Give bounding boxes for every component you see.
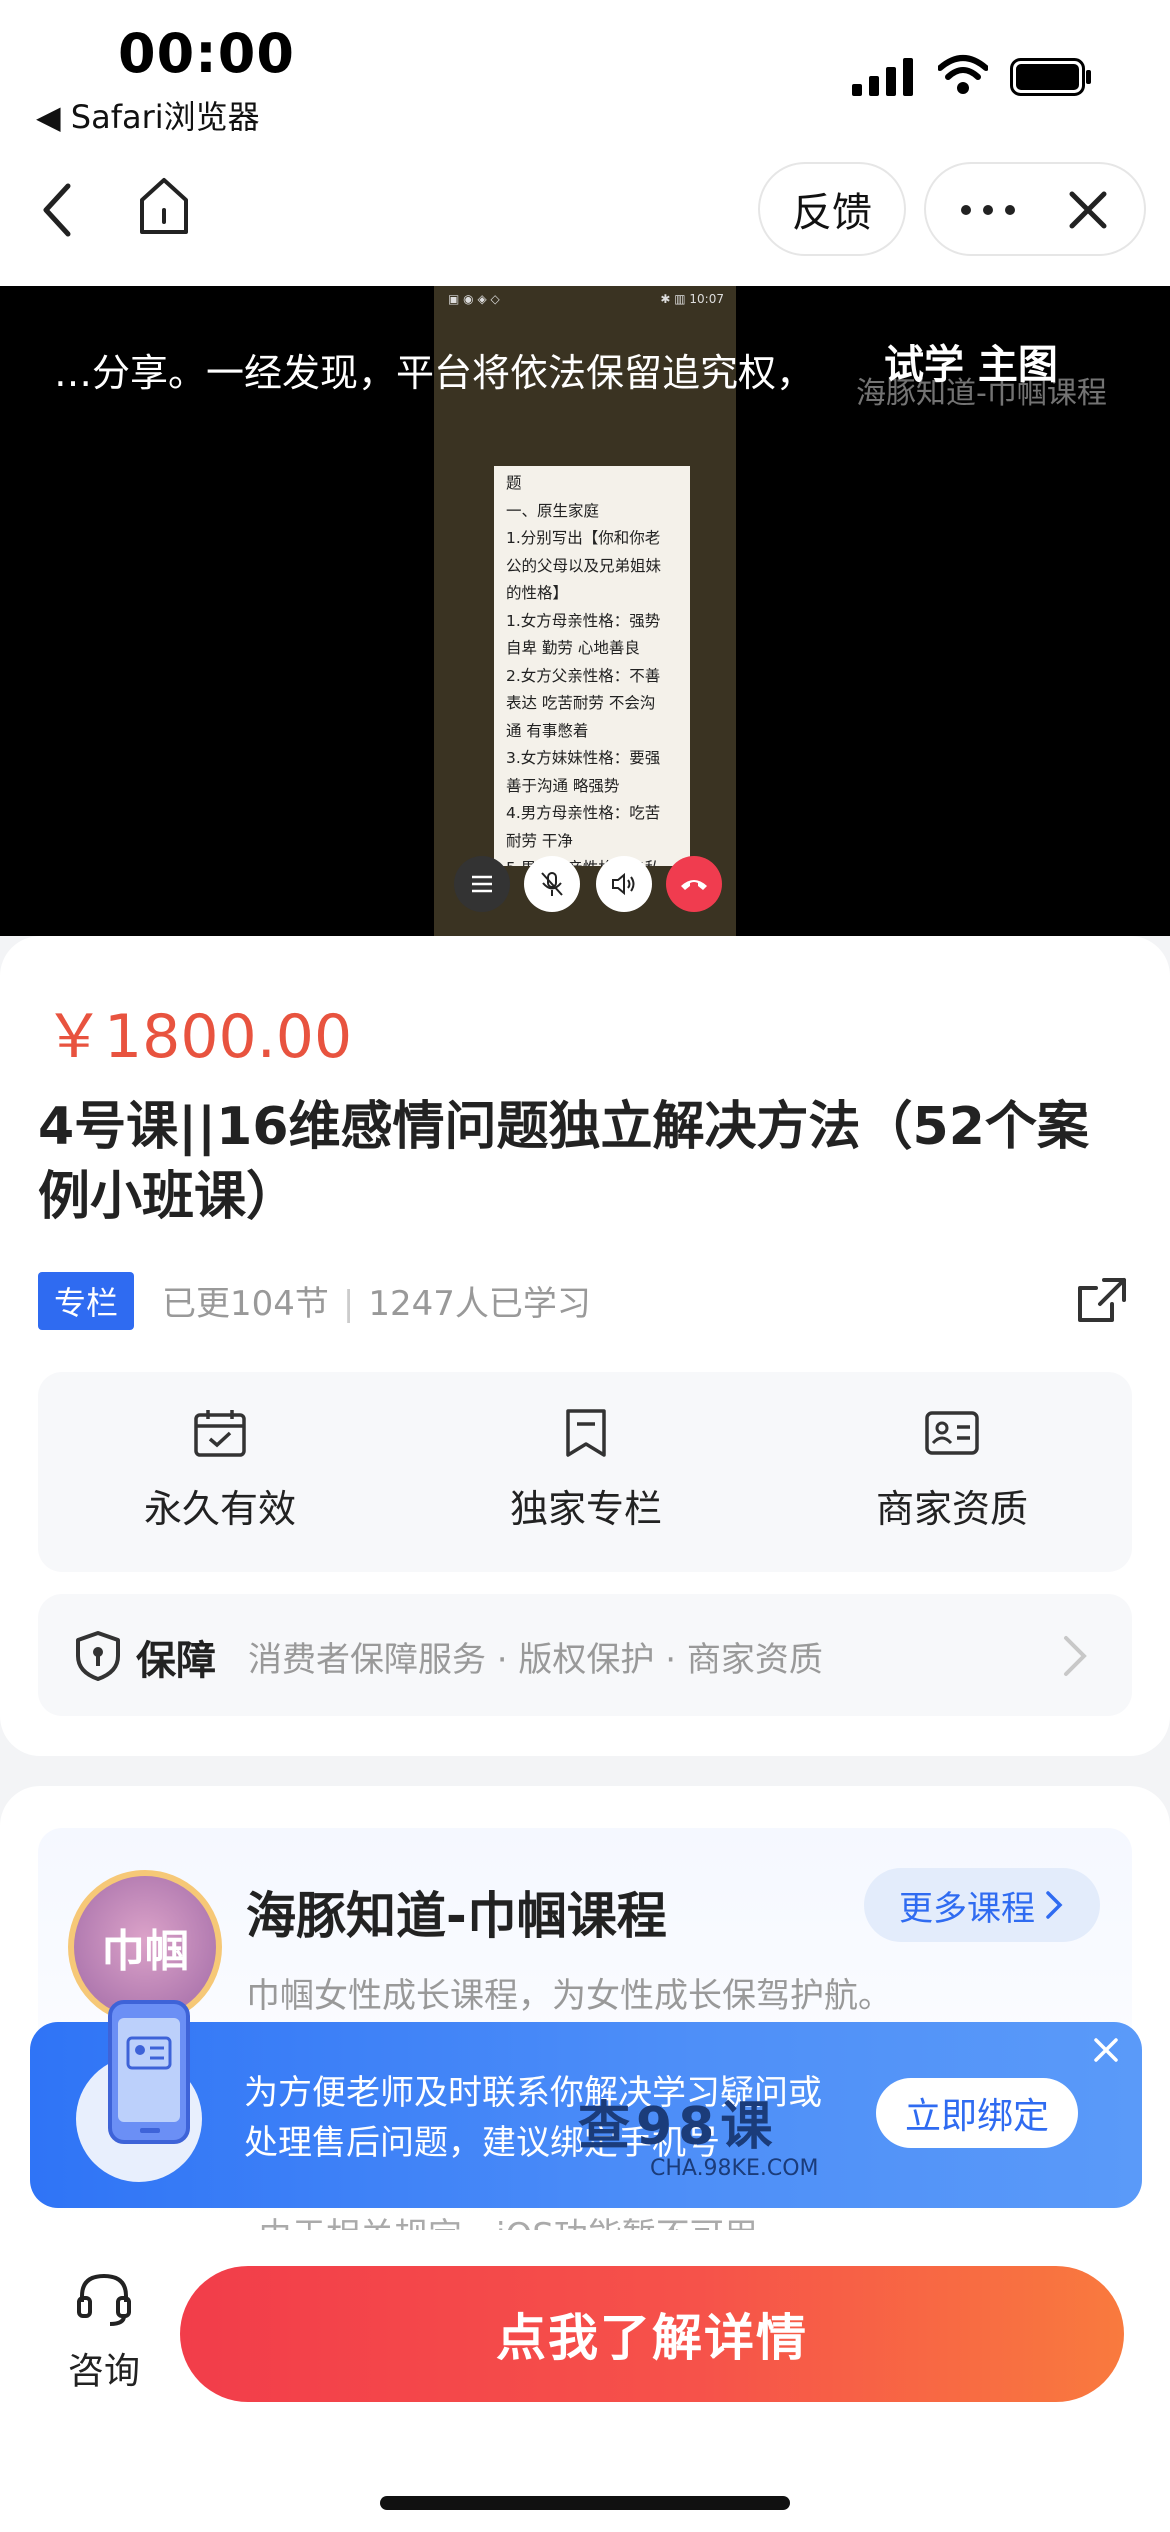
- note-line: 1.分别写出【你和你老: [506, 529, 661, 547]
- calendar-check-icon: [194, 1410, 246, 1457]
- video-phone-status-left: ▣ ◉ ◈ ◇: [448, 292, 500, 306]
- video-phone-status-right: ✱ ▥ 10:07: [660, 292, 724, 306]
- note-line: 一、原生家庭: [506, 501, 600, 520]
- bottom-action-bar: 咨询 点我了解详情: [0, 2230, 1170, 2532]
- headset-icon[interactable]: [74, 2268, 134, 2328]
- watermark-logo: 查98课: [578, 2097, 779, 2157]
- note-line: 自卑 勤劳 心地善良: [506, 639, 640, 657]
- note-line: 表达 吃苦耐劳 不会沟: [506, 694, 656, 712]
- meta-divider: |: [342, 1284, 355, 1324]
- id-card-icon: [925, 1411, 979, 1455]
- more-courses-button[interactable]: 更多课程: [864, 1868, 1100, 1942]
- back-to-safari-link[interactable]: ◀ Safari浏览器: [36, 92, 260, 138]
- more-courses-label: 更多课程: [899, 1888, 1035, 1929]
- bind-now-button[interactable]: 立即绑定: [876, 2078, 1078, 2148]
- note-line: 2.女方父亲性格：不善: [506, 666, 661, 685]
- more-icon[interactable]: [954, 188, 1022, 232]
- menu-capsule: [924, 162, 1146, 256]
- feature-label: 永久有效: [143, 1487, 296, 1531]
- learn-more-button[interactable]: 点我了解详情: [180, 2266, 1124, 2402]
- video-player[interactable]: ▣ ◉ ◈ ◇ ✱ ▥ 10:07 题 一、原生家庭 1.分别写出【你和你老 公…: [0, 286, 1170, 936]
- note-line: 的性格】: [506, 584, 569, 602]
- home-icon[interactable]: [136, 176, 192, 238]
- note-line: 公的父母以及兄弟姐妹: [506, 556, 662, 575]
- updated-count: 已更104节: [162, 1284, 329, 1324]
- price: ￥1800.00: [44, 1002, 353, 1072]
- speaker-icon: [596, 856, 652, 912]
- consult-label[interactable]: 咨询: [68, 2342, 140, 2394]
- note-line: 善于沟通 略强势: [506, 776, 620, 795]
- battery-icon: [1010, 58, 1091, 96]
- feature-qualification: 商家资质: [802, 1408, 1102, 1533]
- shop-description: 巾帼女性成长课程，为女性成长保驾护航。: [246, 1976, 892, 2016]
- shield-icon: [76, 1631, 120, 1681]
- feature-label: 商家资质: [875, 1487, 1028, 1531]
- call-menu-icon: [454, 856, 510, 912]
- status-time: 00:00: [118, 22, 295, 85]
- watermark-logo-url: CHA.98KE.COM: [650, 2156, 819, 2181]
- hangup-icon: [666, 856, 722, 912]
- note-line: 耐劳 干净: [506, 831, 573, 850]
- course-meta: 已更104节 | 1247人已学习: [162, 1276, 591, 1325]
- chevron-right-icon: [1046, 1891, 1063, 1919]
- back-arrow-icon[interactable]: [36, 180, 80, 240]
- note-line: 题: [506, 474, 522, 492]
- phone-icon: [108, 2000, 190, 2144]
- feedback-button[interactable]: 反馈: [758, 162, 906, 256]
- guarantee-text: 消费者保障服务 · 版权保护 · 商家资质: [248, 1640, 823, 1680]
- mute-icon: [524, 856, 580, 912]
- learner-count: 1247人已学习: [368, 1284, 591, 1324]
- close-icon[interactable]: [1090, 2034, 1122, 2066]
- note-line: 4.男方母亲性格：吃苦: [506, 804, 661, 822]
- note-document: 题 一、原生家庭 1.分别写出【你和你老 公的父母以及兄弟姐妹 的性格】 1.女…: [494, 466, 690, 866]
- course-title: 4号课||16维感情问题独立解决方法（52个案例小班课）: [38, 1097, 1089, 1227]
- feature-strip: 永久有效 独家专栏 商家资质: [38, 1372, 1132, 1572]
- status-bar: 00:00 ◀ Safari浏览器: [0, 0, 1170, 150]
- wifi-icon: [938, 55, 988, 94]
- note-line: 1.女方母亲性格：强势: [506, 611, 661, 630]
- feature-permanent: 永久有效: [70, 1408, 370, 1533]
- bind-phone-banner: 为方便老师及时联系你解决学习疑问或 处理售后问题，建议绑定手机号 查98课 CH…: [30, 2000, 1142, 2208]
- video-copyright-scroll-text: …分享。一经发现，平台将依法保留追究权，: [54, 351, 815, 395]
- column-tag: 专栏: [38, 1272, 134, 1330]
- close-icon[interactable]: [1064, 186, 1112, 234]
- signal-icon: [852, 58, 913, 96]
- guarantee-label: 保障: [136, 1638, 216, 1684]
- note-line: 3.女方妹妹性格：要强: [506, 749, 661, 767]
- product-info-card: ￥1800.00 4号课||16维感情问题独立解决方法（52个案例小班课） 专栏…: [0, 936, 1170, 1756]
- home-indicator[interactable]: [380, 2496, 790, 2510]
- shop-name[interactable]: 海豚知道-巾帼课程: [246, 1876, 667, 1948]
- nav-bar: 反馈: [0, 150, 1170, 286]
- guarantee-row[interactable]: 保障 消费者保障服务 · 版权保护 · 商家资质: [38, 1594, 1132, 1716]
- feature-label: 独家专栏: [509, 1487, 662, 1531]
- chevron-right-icon: [1064, 1636, 1087, 1676]
- bookmark-icon: [566, 1409, 606, 1457]
- feature-exclusive: 独家专栏: [436, 1408, 736, 1533]
- share-icon[interactable]: [1074, 1274, 1130, 1326]
- trial-tag: 试学 主图: [884, 342, 1058, 388]
- note-line: 通 有事憋着: [506, 721, 589, 740]
